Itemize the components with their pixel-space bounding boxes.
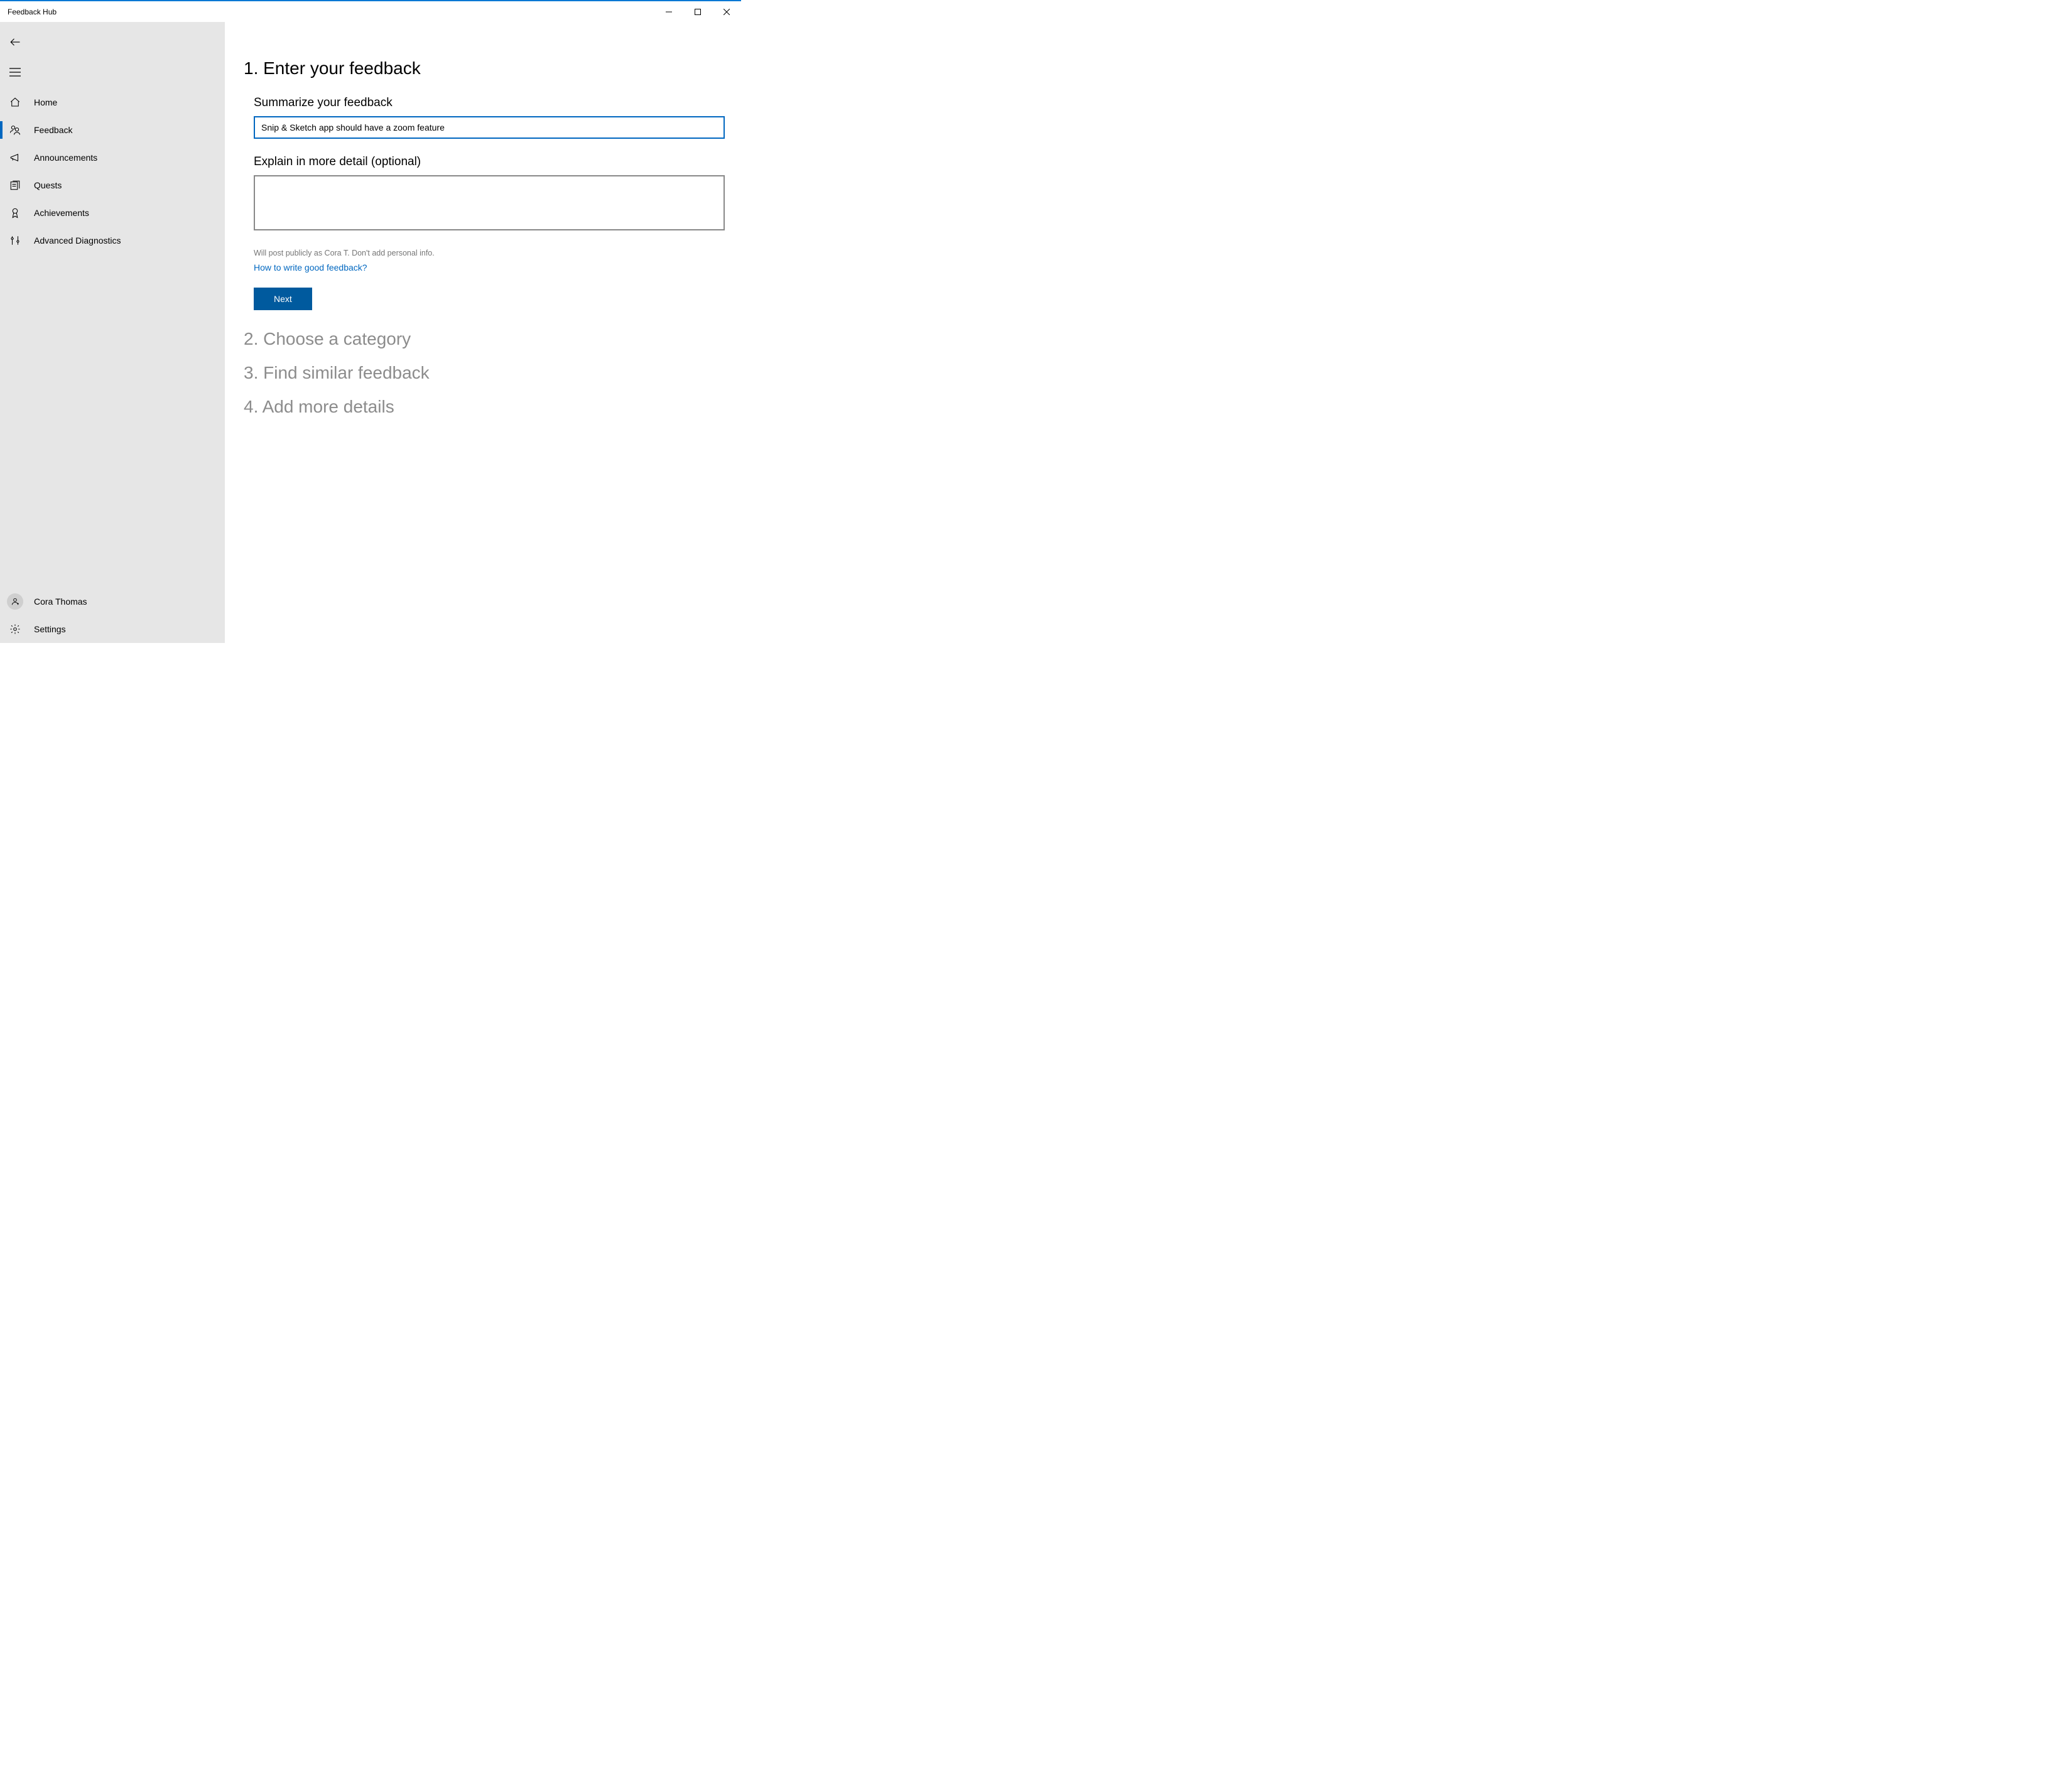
sidebar-item-feedback[interactable]: Feedback: [0, 116, 225, 144]
sidebar-item-settings[interactable]: Settings: [0, 615, 225, 643]
sidebar-item-advanced-diagnostics[interactable]: Advanced Diagnostics: [0, 227, 225, 254]
main-content: 1. Enter your feedback Summarize your fe…: [225, 22, 741, 643]
step-4-title: 4. Add more details: [244, 397, 722, 417]
sidebar-item-label: Announcements: [34, 153, 97, 163]
step-2-title: 2. Choose a category: [244, 329, 722, 349]
sidebar-item-label: Achievements: [34, 208, 89, 218]
feedback-icon: [9, 124, 21, 136]
title-bar: Feedback Hub: [0, 1, 741, 22]
window-controls: [654, 1, 741, 22]
summary-label: Summarize your feedback: [254, 96, 722, 110]
user-name: Cora Thomas: [34, 596, 87, 607]
minimize-button[interactable]: [654, 1, 683, 22]
post-publicly-hint: Will post publicly as Cora T. Don't add …: [244, 249, 722, 257]
detail-label: Explain in more detail (optional): [254, 155, 722, 169]
sidebar-item-label: Settings: [34, 624, 66, 634]
megaphone-icon: [9, 151, 21, 164]
hamburger-button[interactable]: [0, 57, 30, 87]
quests-icon: [9, 179, 21, 192]
sidebar-item-label: Home: [34, 97, 57, 107]
maximize-icon: [695, 9, 701, 15]
minimize-icon: [666, 9, 672, 15]
summary-input[interactable]: [254, 116, 725, 139]
sidebar: Home Feedback Announcements: [0, 22, 225, 643]
home-icon: [9, 96, 21, 109]
sidebar-item-label: Advanced Diagnostics: [34, 235, 121, 246]
back-button[interactable]: [0, 27, 30, 57]
back-arrow-icon: [9, 36, 21, 48]
close-button[interactable]: [712, 1, 741, 22]
hamburger-icon: [9, 67, 21, 78]
gear-icon: [9, 623, 21, 635]
step-1-title: 1. Enter your feedback: [244, 58, 722, 78]
person-icon: [11, 597, 19, 606]
detail-textarea[interactable]: [254, 175, 725, 230]
help-link[interactable]: How to write good feedback?: [244, 262, 367, 273]
sidebar-item-user[interactable]: Cora Thomas: [0, 588, 225, 615]
tools-icon: [9, 234, 21, 247]
sidebar-item-label: Feedback: [34, 125, 72, 135]
next-button[interactable]: Next: [254, 288, 312, 310]
sidebar-item-quests[interactable]: Quests: [0, 171, 225, 199]
sidebar-item-achievements[interactable]: Achievements: [0, 199, 225, 227]
av<i>avatar</i>-icon: [7, 593, 23, 610]
detail-field-group: Explain in more detail (optional): [244, 155, 722, 232]
maximize-button[interactable]: [683, 1, 712, 22]
sidebar-item-label: Quests: [34, 180, 62, 190]
close-icon: [724, 9, 730, 15]
step-3-title: 3. Find similar feedback: [244, 363, 722, 383]
ribbon-icon: [9, 207, 21, 219]
summary-field-group: Summarize your feedback: [244, 96, 722, 139]
sidebar-item-home[interactable]: Home: [0, 89, 225, 116]
sidebar-item-announcements[interactable]: Announcements: [0, 144, 225, 171]
window-title: Feedback Hub: [8, 8, 654, 16]
